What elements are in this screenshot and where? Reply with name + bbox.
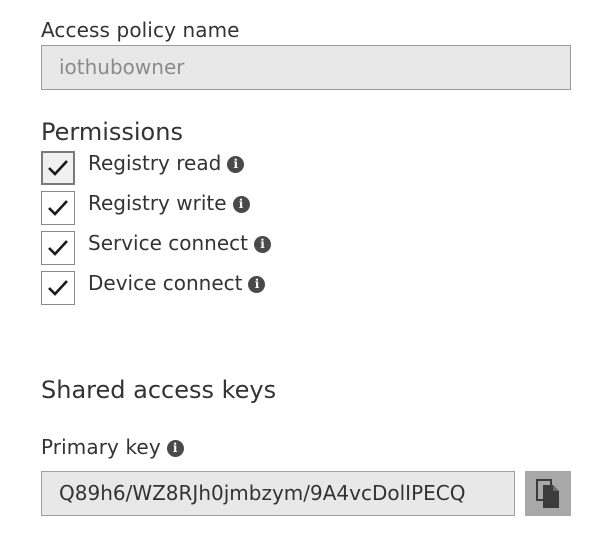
access-policy-name-field[interactable]: iothubowner	[41, 45, 571, 90]
service-connect-label: Service connect	[88, 231, 248, 255]
shared-access-keys-heading: Shared access keys	[41, 376, 277, 404]
checkmark-icon	[48, 240, 68, 256]
primary-key-field[interactable]: Q89h6/WZ8RJh0jmbzym/9A4vcDolIPECQ	[41, 471, 515, 516]
permission-registry-read[interactable]: Registry read i	[41, 151, 245, 185]
device-connect-label: Device connect	[88, 271, 243, 295]
permission-device-connect[interactable]: Device connect i	[41, 271, 266, 305]
service-connect-checkbox[interactable]	[41, 231, 75, 265]
primary-key-label-row: Primary key i	[41, 435, 184, 459]
primary-key-label: Primary key	[41, 435, 161, 459]
info-icon[interactable]: i	[166, 440, 184, 457]
info-icon[interactable]: i	[232, 196, 250, 213]
info-icon[interactable]: i	[248, 276, 266, 293]
registry-write-label: Registry write	[88, 191, 227, 215]
access-policy-panel: Access policy name iothubowner Permissio…	[0, 0, 603, 533]
copy-icon	[536, 478, 559, 508]
info-icon[interactable]: i	[254, 236, 271, 253]
access-policy-name-label: Access policy name	[41, 18, 240, 42]
permission-service-connect[interactable]: Service connect i	[41, 231, 271, 265]
info-icon[interactable]: i	[227, 156, 245, 173]
checkmark-icon	[48, 160, 68, 176]
registry-write-checkbox[interactable]	[41, 191, 75, 225]
checkmark-icon	[48, 280, 68, 296]
copy-primary-key-button[interactable]	[525, 471, 571, 516]
device-connect-checkbox[interactable]	[41, 271, 75, 305]
registry-read-checkbox[interactable]	[41, 151, 75, 185]
permissions-heading: Permissions	[41, 118, 183, 146]
permission-registry-write[interactable]: Registry write i	[41, 191, 250, 225]
registry-read-label: Registry read	[88, 151, 222, 175]
checkmark-icon	[48, 200, 68, 216]
